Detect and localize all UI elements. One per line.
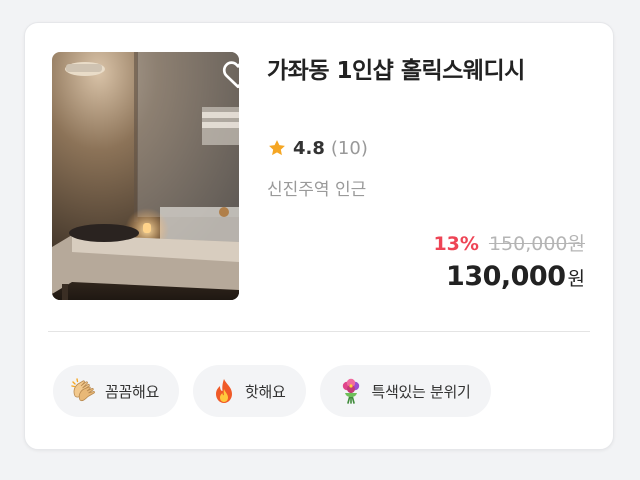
final-price-row: 130,000 원 [446, 261, 585, 292]
shop-title[interactable]: 가좌동 1인샵 홀릭스웨디시 [267, 53, 577, 89]
heart-outline-icon [222, 61, 239, 89]
original-price: 150,000원 [488, 233, 585, 255]
discount-rate: 13% [433, 233, 479, 255]
tag-label: 꼼꼼해요 [105, 382, 160, 401]
price-original-row: 13% 150,000원 [433, 229, 585, 256]
shop-photo[interactable] [52, 52, 239, 300]
rating: 4.8 (10) [267, 135, 368, 161]
location-text: 신진주역 인근 [267, 180, 367, 200]
tag-label: 특색있는 분위기 [371, 382, 471, 401]
fire-icon [216, 379, 233, 403]
rating-score: 4.8 [293, 137, 325, 159]
tag-thorough[interactable]: 꼼꼼해요 [53, 365, 180, 417]
room-photo-image [52, 52, 239, 300]
divider [48, 331, 590, 332]
star-icon [269, 140, 285, 156]
tag-label: 핫해요 [245, 382, 286, 401]
currency-unit: 원 [567, 268, 585, 290]
review-count: (10) [330, 137, 368, 159]
flower-bouquet-icon [342, 378, 359, 404]
tag-unique-mood[interactable]: 특색있는 분위기 [319, 365, 491, 417]
favorite-button[interactable] [220, 56, 239, 92]
tag-hot[interactable]: 핫해요 [193, 365, 306, 417]
final-price: 130,000 [446, 261, 566, 292]
review-tags: 꼼꼼해요 핫해요 특색있는 분위기 [53, 365, 491, 417]
shop-card[interactable]: 가좌동 1인샵 홀릭스웨디시 4.8 (10) 신진주역 인근 13% 150,… [24, 22, 614, 450]
clapping-hands-icon [71, 378, 95, 402]
